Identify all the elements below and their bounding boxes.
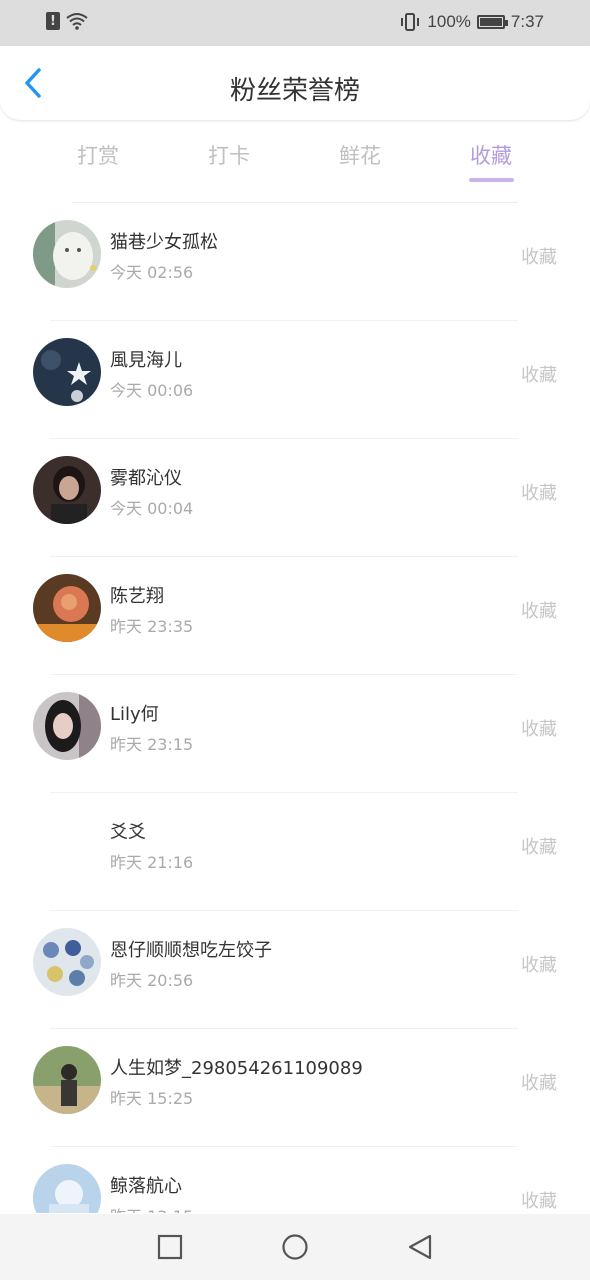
fan-time: 昨天 13:15 xyxy=(110,1203,193,1213)
favorite-action: 收藏 xyxy=(521,1073,557,1094)
fan-name: 鲸落航心 xyxy=(110,1176,182,1197)
battery-icon xyxy=(476,15,508,29)
fan-name: 人生如梦_298054261109089 xyxy=(110,1058,363,1079)
square-icon xyxy=(157,1234,183,1260)
status-bar: ! 100% 7:37 xyxy=(0,0,590,46)
favorite-action: 收藏 xyxy=(521,483,557,504)
status-left: ! xyxy=(46,12,88,30)
fan-time: 昨天 20:56 xyxy=(110,971,194,990)
favorite-action: 收藏 xyxy=(521,719,557,740)
tab-checkin[interactable]: 打卡 xyxy=(179,140,279,170)
fan-time: 昨天 21:16 xyxy=(110,853,194,872)
list-item[interactable]: 爻爻 昨天 21:16 收藏 xyxy=(0,793,590,911)
wifi-icon xyxy=(66,13,88,30)
avatar[interactable] xyxy=(33,338,101,406)
list-item[interactable]: 雾都沁仪 今天 00:04 收藏 xyxy=(0,439,590,557)
avatar[interactable] xyxy=(33,1046,101,1114)
circle-icon xyxy=(282,1234,308,1260)
avatar[interactable] xyxy=(33,928,101,996)
fan-name: 雾都沁仪 xyxy=(110,468,182,489)
fan-time: 昨天 23:15 xyxy=(110,735,194,754)
favorite-action: 收藏 xyxy=(521,601,557,622)
status-right: 100% 7:37 xyxy=(399,12,544,32)
fan-list: 猫巷少女孤松 今天 02:56 收藏 風見海儿 今天 00:06 收藏 雾都沁仪… xyxy=(0,203,590,1213)
avatar[interactable] xyxy=(33,220,101,288)
avatar[interactable] xyxy=(33,456,101,524)
favorite-action: 收藏 xyxy=(521,365,557,386)
fan-time: 今天 00:06 xyxy=(110,381,194,400)
avatar[interactable] xyxy=(33,810,101,878)
fan-name: 陈艺翔 xyxy=(110,586,164,607)
vibrate-icon xyxy=(401,13,420,31)
list-item[interactable]: 鲸落航心 昨天 13:15 收藏 xyxy=(0,1147,590,1213)
triangle-back-icon xyxy=(408,1234,432,1260)
header: 粉丝荣誉榜 xyxy=(0,46,590,120)
system-nav-bar xyxy=(0,1214,590,1280)
list-item[interactable]: 風見海儿 今天 00:06 收藏 xyxy=(0,321,590,439)
fan-time: 今天 02:56 xyxy=(110,263,194,282)
fan-name: 恩仔顺顺想吃左饺子 xyxy=(110,940,272,961)
favorite-action: 收藏 xyxy=(521,247,557,268)
fan-name: Lily何 xyxy=(110,704,159,725)
list-item[interactable]: 恩仔顺顺想吃左饺子 昨天 20:56 收藏 xyxy=(0,911,590,1029)
clock: 7:37 xyxy=(510,12,544,31)
avatar[interactable] xyxy=(33,1164,101,1213)
recent-apps-button[interactable] xyxy=(156,1233,184,1261)
tab-reward[interactable]: 打赏 xyxy=(48,140,148,170)
favorite-action: 收藏 xyxy=(521,837,557,858)
page-title: 粉丝荣誉榜 xyxy=(229,76,360,106)
fan-time: 昨天 15:25 xyxy=(110,1089,194,1108)
battery-percent: 100% xyxy=(427,12,471,31)
tab-bar: 打赏 打卡 鲜花 收藏 xyxy=(0,130,590,186)
fan-name: 猫巷少女孤松 xyxy=(110,232,218,253)
avatar[interactable] xyxy=(33,692,101,760)
fan-time: 今天 00:04 xyxy=(110,499,194,518)
fan-name: 爻爻 xyxy=(110,822,146,843)
list-item[interactable]: 人生如梦_298054261109089 昨天 15:25 收藏 xyxy=(0,1029,590,1147)
fan-name: 風見海儿 xyxy=(110,350,182,371)
back-nav-button[interactable] xyxy=(406,1233,434,1261)
favorite-action: 收藏 xyxy=(521,1191,557,1212)
favorite-action: 收藏 xyxy=(521,955,557,976)
alert-icon: ! xyxy=(46,12,60,30)
tab-active-indicator xyxy=(469,178,514,182)
avatar[interactable] xyxy=(33,574,101,642)
list-item[interactable]: 陈艺翔 昨天 23:35 收藏 xyxy=(0,557,590,675)
tab-favorites[interactable]: 收藏 xyxy=(441,140,541,170)
tab-flowers[interactable]: 鲜花 xyxy=(310,140,410,170)
fan-time: 昨天 23:35 xyxy=(110,617,194,636)
list-item[interactable]: 猫巷少女孤松 今天 02:56 收藏 xyxy=(0,203,590,321)
home-button[interactable] xyxy=(281,1233,309,1261)
list-item[interactable]: Lily何 昨天 23:15 收藏 xyxy=(0,675,590,793)
